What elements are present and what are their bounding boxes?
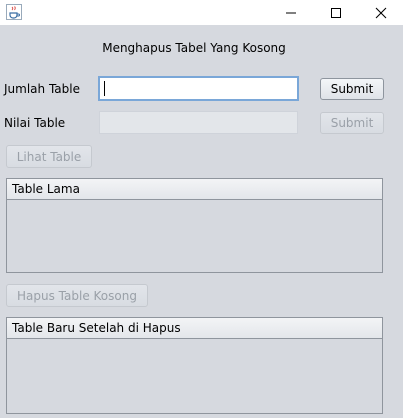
- jumlah-table-input[interactable]: [98, 76, 299, 101]
- maximize-icon: [330, 7, 341, 18]
- close-button[interactable]: [358, 0, 403, 25]
- title-bar[interactable]: [0, 0, 403, 25]
- jumlah-submit-button[interactable]: Submit: [320, 78, 384, 100]
- text-caret: [104, 81, 105, 96]
- nilai-table-label: Nilai Table: [4, 116, 66, 130]
- java-cup-icon[interactable]: [6, 4, 22, 20]
- nilai-submit-button[interactable]: Submit: [320, 112, 384, 134]
- lihat-table-button[interactable]: Lihat Table: [6, 145, 92, 168]
- maximize-button[interactable]: [313, 0, 358, 25]
- close-icon: [375, 7, 386, 18]
- table-lama[interactable]: Table Lama: [6, 178, 383, 273]
- nilai-table-input[interactable]: [99, 111, 298, 134]
- table-lama-header[interactable]: Table Lama: [7, 179, 382, 200]
- jumlah-table-label: Jumlah Table: [4, 82, 80, 96]
- table-baru-header[interactable]: Table Baru Setelah di Hapus: [7, 318, 382, 339]
- form-panel: Menghapus Tabel Yang Kosong Jumlah Table…: [0, 25, 403, 418]
- minimize-icon: [285, 12, 296, 13]
- minimize-button[interactable]: [268, 0, 313, 25]
- hapus-table-kosong-button[interactable]: Hapus Table Kosong: [6, 284, 148, 307]
- form-heading: Menghapus Tabel Yang Kosong: [102, 41, 286, 55]
- table-baru[interactable]: Table Baru Setelah di Hapus: [6, 317, 383, 414]
